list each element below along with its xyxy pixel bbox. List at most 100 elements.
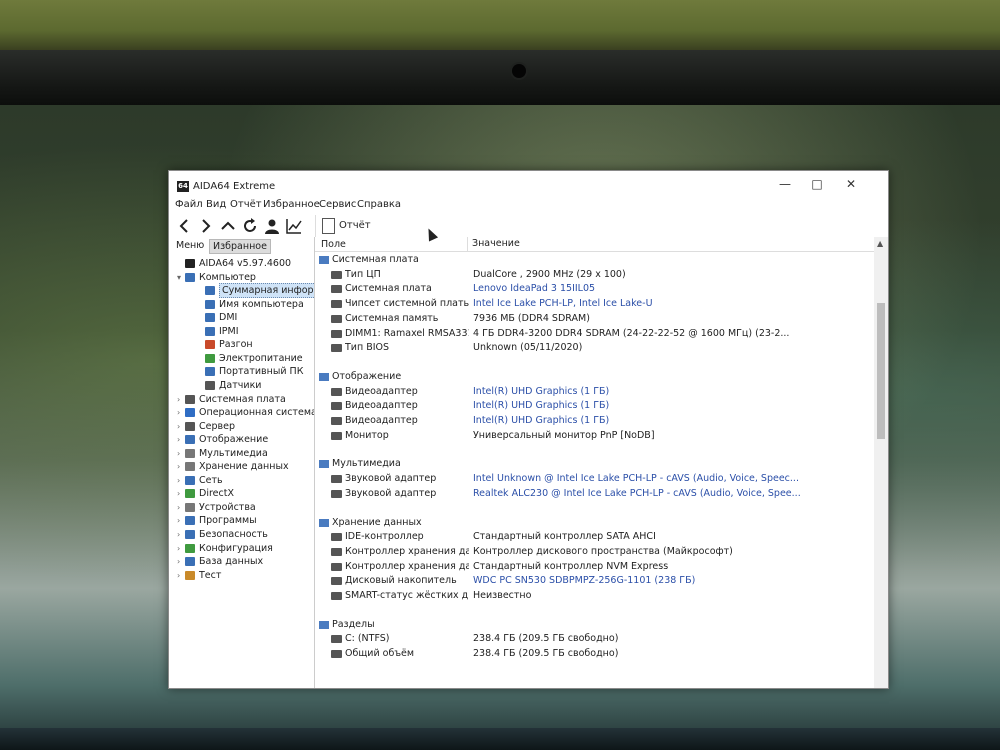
minimize-button[interactable]: — [773,175,797,193]
value-cell: Неизвестно [473,590,532,601]
row-icon [331,314,342,323]
menu-item[interactable]: Сервис [319,199,356,210]
chevron-right-icon[interactable]: › [177,433,185,446]
back-arrow-icon[interactable] [175,217,193,235]
table-row[interactable]: Тип ЦП DualCore , 2900 MHz (29 x 100) [315,268,874,282]
field-cell: Звуковой адаптер [345,487,437,499]
table-row[interactable]: Видеоадаптер Intel(R) UHD Graphics (1 ГБ) [315,399,874,413]
display-icon [185,435,195,445]
table-row[interactable]: Контроллер хранения данн... Контроллер ди… [315,545,874,559]
table-row[interactable]: Тип BIOS Unknown (05/11/2020) [315,341,874,355]
user-icon[interactable] [263,217,281,235]
table-row[interactable]: Системная память 7936 МБ (DDR4 SDRAM) [315,312,874,326]
table-row[interactable]: Чипсет системной платы Intel Ice Lake PCH… [315,297,874,311]
chevron-right-icon[interactable]: › [177,569,185,582]
row-icon [331,329,342,338]
title-bar[interactable]: 64 AIDA64 Extreme — □ ✕ [169,171,888,197]
report-button[interactable]: Отчёт [339,220,371,231]
value-link[interactable]: Intel(R) UHD Graphics (1 ГБ) [473,399,609,413]
report-icon[interactable] [322,218,335,234]
field-cell: Видеоадаптер [345,385,418,397]
chevron-right-icon[interactable]: › [177,555,185,568]
section-title: Отображение [332,370,402,382]
vertical-scrollbar[interactable]: ▲ [874,237,888,688]
ipmi-icon [205,326,215,336]
value-link[interactable]: Intel Ice Lake PCH-LP, Intel Ice Lake-U [473,297,653,311]
column-header-value[interactable]: Значение [467,237,520,251]
table-row[interactable]: Звуковой адаптер Intel Unknown @ Intel Ic… [315,472,874,486]
chevron-right-icon[interactable]: › [177,528,185,541]
chevron-right-icon[interactable]: › [177,474,185,487]
scroll-up-icon[interactable]: ▲ [877,239,883,248]
chevron-right-icon[interactable]: › [177,542,185,555]
menu-item[interactable]: Отчёт [230,199,262,210]
maximize-button[interactable]: □ [805,175,829,193]
chevron-right-icon[interactable]: › [177,460,185,473]
overclock-icon [205,340,215,350]
table-row[interactable]: C: (NTFS) 238.4 ГБ (209.5 ГБ свободно) [315,632,874,646]
value-cell: Unknown (05/11/2020) [473,342,583,354]
column-header-field[interactable]: Поле [321,239,346,250]
field-cell: Контроллер хранения данн... [345,545,469,557]
tree-item-label: Программы [199,515,257,527]
value-link[interactable]: WDC PC SN530 SDBPMPZ-256G-1101 (238 ГБ) [473,574,695,588]
value-link[interactable]: Intel Unknown @ Intel Ice Lake PCH-LP - … [473,472,799,486]
field-cell: Системная память [345,312,439,324]
row-icon [331,387,342,396]
computer-name-icon [205,299,215,309]
devices-icon [185,502,195,512]
forward-arrow-icon[interactable] [197,217,215,235]
menu-item[interactable]: Справка [357,199,401,210]
dmi-icon [205,313,215,323]
table-row[interactable]: Контроллер хранения данн... Стандартный к… [315,560,874,574]
chevron-right-icon[interactable]: › [177,487,185,500]
value-link[interactable]: Intel(R) UHD Graphics (1 ГБ) [473,385,609,399]
chevron-right-icon[interactable]: › [177,393,185,406]
chevron-right-icon[interactable]: › [177,406,185,419]
server-icon [185,421,195,431]
chevron-right-icon[interactable]: › [177,501,185,514]
chevron-right-icon[interactable]: › [177,514,185,527]
row-icon [331,431,342,440]
tree-item-label: DMI [219,312,238,324]
table-row[interactable]: Системная плата Lenovo IdeaPad 3 15IIL05 [315,282,874,296]
chevron-right-icon[interactable]: › [177,447,185,460]
refresh-icon[interactable] [241,217,259,235]
tab-favorites[interactable]: Избранное [209,239,271,254]
scroll-thumb[interactable] [877,303,885,439]
storage-icon [185,462,195,472]
table-row[interactable]: DIMM1: Ramaxel RMSA3310... 4 ГБ DDR4-3200… [315,327,874,341]
field-cell: Общий объём [345,648,415,660]
tree-item-label: Конфигурация [199,542,273,554]
field-cell: Видеоадаптер [345,400,418,412]
partitions-icon [319,620,329,629]
tree-item-label: Мультимедиа [199,447,268,459]
table-row[interactable]: Монитор Универсальный монитор PnP [NoDB] [315,429,874,443]
row-icon [331,300,342,309]
tree-item-label: База данных [199,556,264,568]
value-link[interactable]: Realtek ALC230 @ Intel Ice Lake PCH-LP -… [473,487,801,501]
table-row[interactable]: Видеоадаптер Intel(R) UHD Graphics (1 ГБ) [315,414,874,428]
table-row[interactable]: Общий объём 238.4 ГБ (209.5 ГБ свободно) [315,647,874,661]
value-link[interactable]: Intel(R) UHD Graphics (1 ГБ) [473,414,609,428]
summary-icon [205,286,215,296]
close-button[interactable]: ✕ [839,175,863,193]
chart-icon[interactable] [285,217,303,235]
menu-item[interactable]: Избранное [263,199,320,210]
chevron-down-icon[interactable]: ▾ [177,271,185,284]
table-row[interactable]: Видеоадаптер Intel(R) UHD Graphics (1 ГБ) [315,385,874,399]
table-row[interactable]: SMART-статус жёстких диск... Неизвестно [315,589,874,603]
chevron-right-icon[interactable]: › [177,420,185,433]
table-row[interactable]: IDE-контроллер Стандартный контроллер SAT… [315,530,874,544]
tab-menu[interactable]: Меню [173,239,207,252]
menu-item[interactable]: Файл [175,199,203,210]
tree-item-label: Сервер [199,420,235,432]
row-icon [331,417,342,425]
table-row[interactable]: Звуковой адаптер Realtek ALC230 @ Intel I… [315,487,874,501]
menu-item[interactable]: Вид [206,199,226,210]
value-link[interactable]: Lenovo IdeaPad 3 15IIL05 [473,282,595,296]
value-cell: 238.4 ГБ (209.5 ГБ свободно) [473,633,619,645]
up-arrow-icon[interactable] [219,217,237,235]
table-row[interactable]: Дисковый накопитель WDC PC SN530 SDBPMPZ-… [315,574,874,588]
report-panel: Поле Значение Системная плата Тип ЦП DualC… [315,237,888,688]
